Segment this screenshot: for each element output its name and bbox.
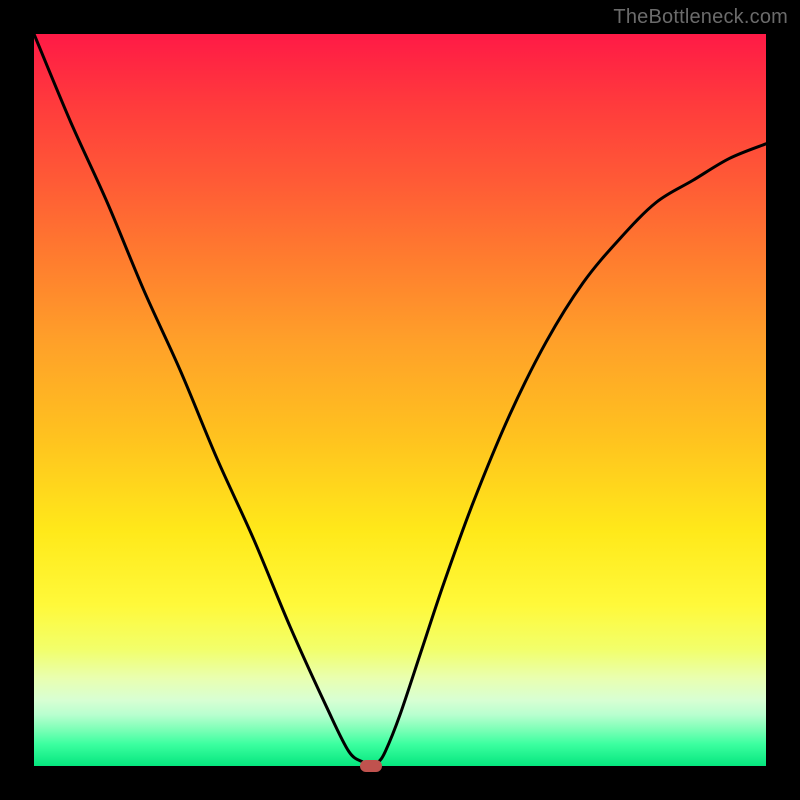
watermark-text: TheBottleneck.com: [613, 6, 788, 29]
chart-frame: TheBottleneck.com: [0, 0, 800, 800]
plot-area: [34, 34, 766, 766]
curve-svg: [34, 34, 766, 766]
bottleneck-curve: [34, 34, 766, 766]
min-marker: [360, 760, 382, 772]
